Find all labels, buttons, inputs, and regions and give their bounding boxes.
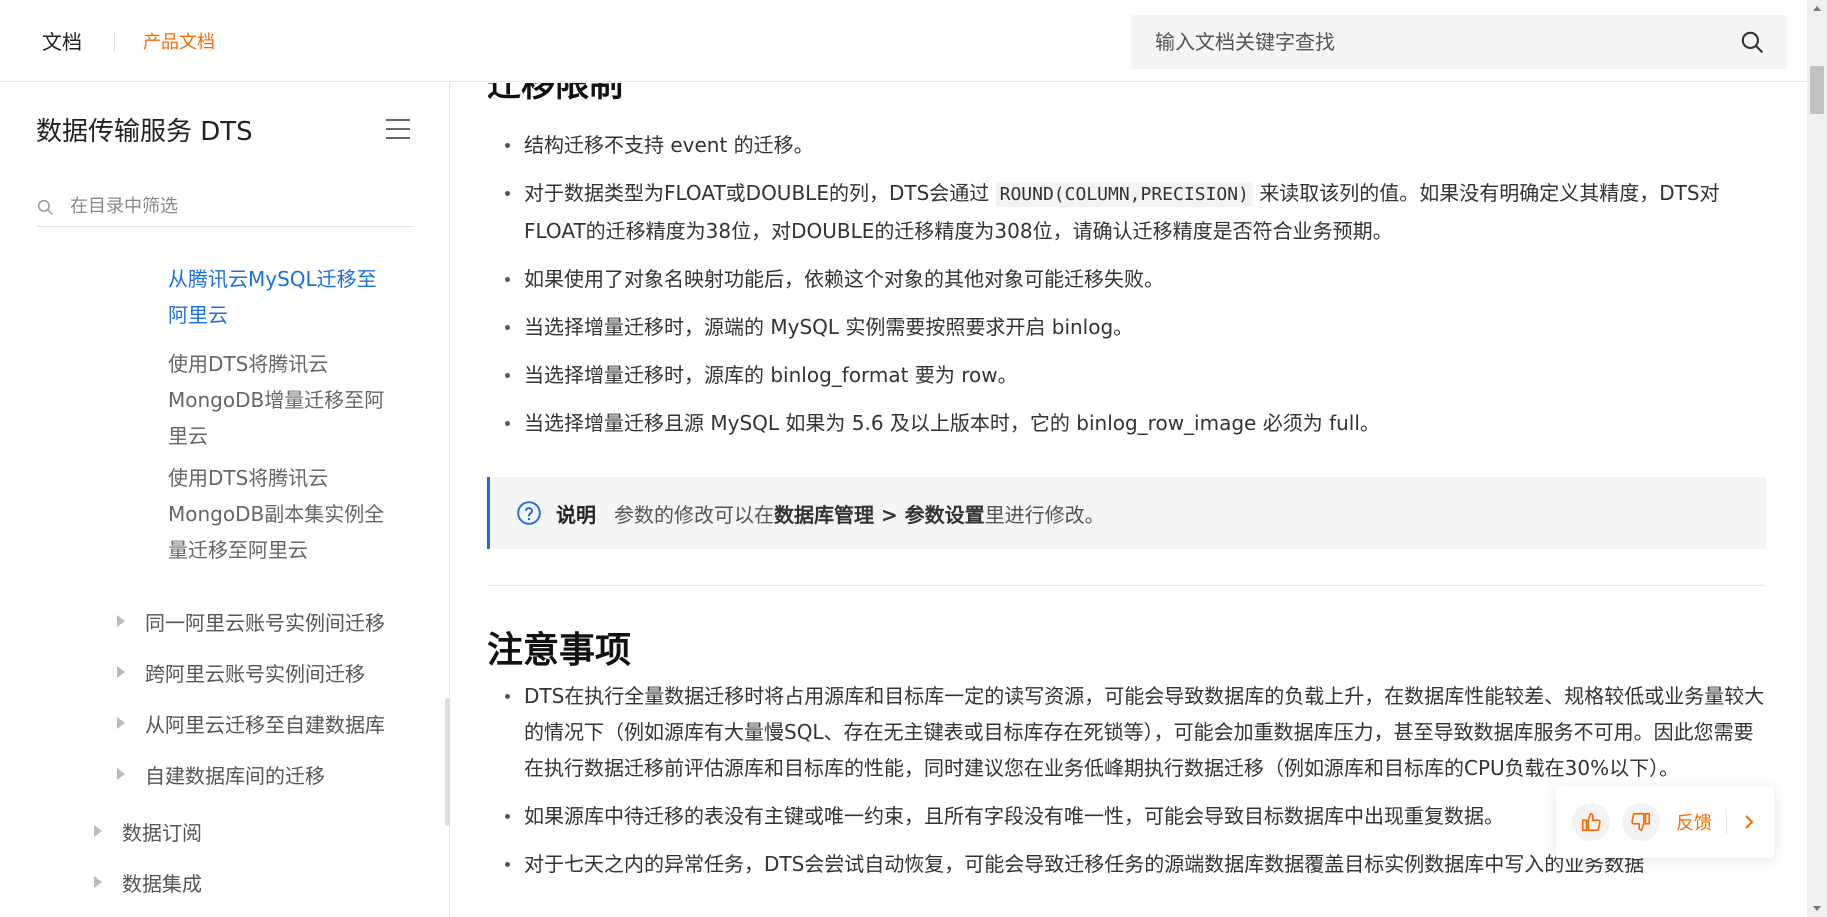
thumbs-up-button[interactable] [1572,803,1610,841]
thumbs-down-button[interactable] [1622,803,1660,841]
sidebar-item-line: 使用DTS将腾讯云 [168,352,329,376]
expand-arrow-icon[interactable] [117,666,125,678]
list-item: 当选择增量迁移且源 MySQL 如果为 5.6 及以上版本时，它的 binlog… [487,405,1767,441]
menu-icon[interactable] [384,117,412,141]
scroll-up-arrow-icon[interactable] [1813,6,1821,11]
expand-arrow-icon[interactable] [117,768,125,780]
sidebar-item-line: 里云 [168,424,208,448]
note-callout: 说明 参数的修改可以在数据库管理 > 参数设置里进行修改。 [487,477,1766,549]
sidebar-item-line: 量迁移至阿里云 [168,538,308,562]
sidebar-group-to-self-built[interactable]: 从阿里云迁移至自建数据库 [117,705,385,741]
section-divider [487,585,1766,586]
thumbs-up-icon [1581,812,1601,832]
search-icon [37,199,53,214]
note-text-bold: 数据库管理 > 参数设置 [774,502,985,527]
sidebar-group-label: 同一阿里云账号实例间迁移 [145,610,385,635]
sidebar: 数据传输服务 DTS 从腾讯云MySQL迁移至 阿里云 使用DTS将腾讯云 Mo… [0,83,450,917]
sidebar-item-line: MongoDB副本集实例全 [168,502,385,526]
sidebar-group-cross-account[interactable]: 跨阿里云账号实例间迁移 [117,654,365,690]
sidebar-group-same-account[interactable]: 同一阿里云账号实例间迁移 [117,603,385,639]
doc-search-box[interactable] [1131,15,1787,69]
sidebar-group-label: 跨阿里云账号实例间迁移 [145,661,365,686]
sidebar-title: 数据传输服务 DTS [36,117,253,147]
expand-arrow-icon[interactable] [94,825,102,837]
search-icon[interactable] [1739,29,1765,55]
sidebar-filter-input[interactable] [68,195,414,218]
list-item: 结构迁移不支持 event 的迁移。 [487,127,1767,163]
sidebar-item-line: 使用DTS将腾讯云 [168,466,329,490]
sidebar-item-line: MongoDB增量迁移至阿 [168,388,385,412]
sidebar-item-tencent-mongodb-incremental[interactable]: 使用DTS将腾讯云 MongoDB增量迁移至阿 里云 [168,346,384,454]
list-item: 当选择增量迁移时，源库的 binlog_format 要为 row。 [487,357,1767,393]
sidebar-group-subscription[interactable]: 数据订阅 [94,813,202,849]
note-label: 说明 [556,502,596,527]
inline-code: ROUND(COLUMN,PRECISION) [995,182,1253,207]
header-divider [114,32,115,52]
migration-limits-heading: 迁移限制 [487,83,623,105]
feedback-label[interactable]: 反馈 [1676,809,1712,835]
sidebar-group-self-built[interactable]: 自建数据库间的迁移 [117,756,325,792]
top-header: 文档 产品文档 [0,0,1807,82]
note-text-pre: 参数的修改可以在 [614,502,774,527]
notes-heading: 注意事项 [487,630,632,671]
sidebar-item-line: 从腾讯云MySQL迁移至 [168,267,377,291]
sidebar-group-label: 从阿里云迁移至自建数据库 [145,712,385,737]
scroll-down-arrow-icon[interactable] [1813,906,1821,911]
chevron-right-icon[interactable] [1741,814,1757,830]
sidebar-scrollbar[interactable] [445,698,450,826]
feedback-divider [1726,810,1727,834]
note-text: 参数的修改可以在数据库管理 > 参数设置里进行修改。 [614,499,1105,528]
question-circle-icon [517,501,541,525]
sidebar-group-label: 数据集成 [122,871,202,896]
feedback-widget: 反馈 [1556,786,1774,858]
sidebar-group-label: 自建数据库间的迁移 [145,763,325,788]
note-text-post: 里进行修改。 [984,502,1105,527]
scrollbar-thumb[interactable] [1810,66,1824,114]
expand-arrow-icon[interactable] [94,876,102,888]
page-scrollbar[interactable] [1807,0,1827,917]
thumbs-down-icon [1631,812,1651,832]
doc-search-input[interactable] [1153,29,1739,55]
list-item: 对于数据类型为FLOAT或DOUBLE的列，DTS会通过 ROUND(COLUM… [487,175,1767,249]
brand-docs-link[interactable]: 文档 [42,26,82,55]
sidebar-item-line: 阿里云 [168,303,228,327]
list-item: 如果使用了对象名映射功能后，依赖这个对象的其他对象可能迁移失败。 [487,261,1767,297]
list-item: DTS在执行全量数据迁移时将占用源库和目标库一定的读写资源，可能会导致数据库的负… [487,678,1767,786]
product-docs-link[interactable]: 产品文档 [143,28,215,54]
expand-arrow-icon[interactable] [117,717,125,729]
sidebar-filter[interactable] [36,187,414,227]
sidebar-item-tencent-mongodb-replica[interactable]: 使用DTS将腾讯云 MongoDB副本集实例全 量迁移至阿里云 [168,460,384,568]
list-item: 当选择增量迁移时，源端的 MySQL 实例需要按照要求开启 binlog。 [487,309,1767,345]
sidebar-group-integration[interactable]: 数据集成 [94,864,202,900]
limits-list: 结构迁移不支持 event 的迁移。 对于数据类型为FLOAT或DOUBLE的列… [487,127,1767,453]
list-item-text: 对于数据类型为FLOAT或DOUBLE的列，DTS会通过 [524,181,996,205]
expand-arrow-icon[interactable] [117,615,125,627]
sidebar-group-label: 数据订阅 [122,820,202,845]
sidebar-item-tencent-mysql[interactable]: 从腾讯云MySQL迁移至 阿里云 [168,261,377,333]
